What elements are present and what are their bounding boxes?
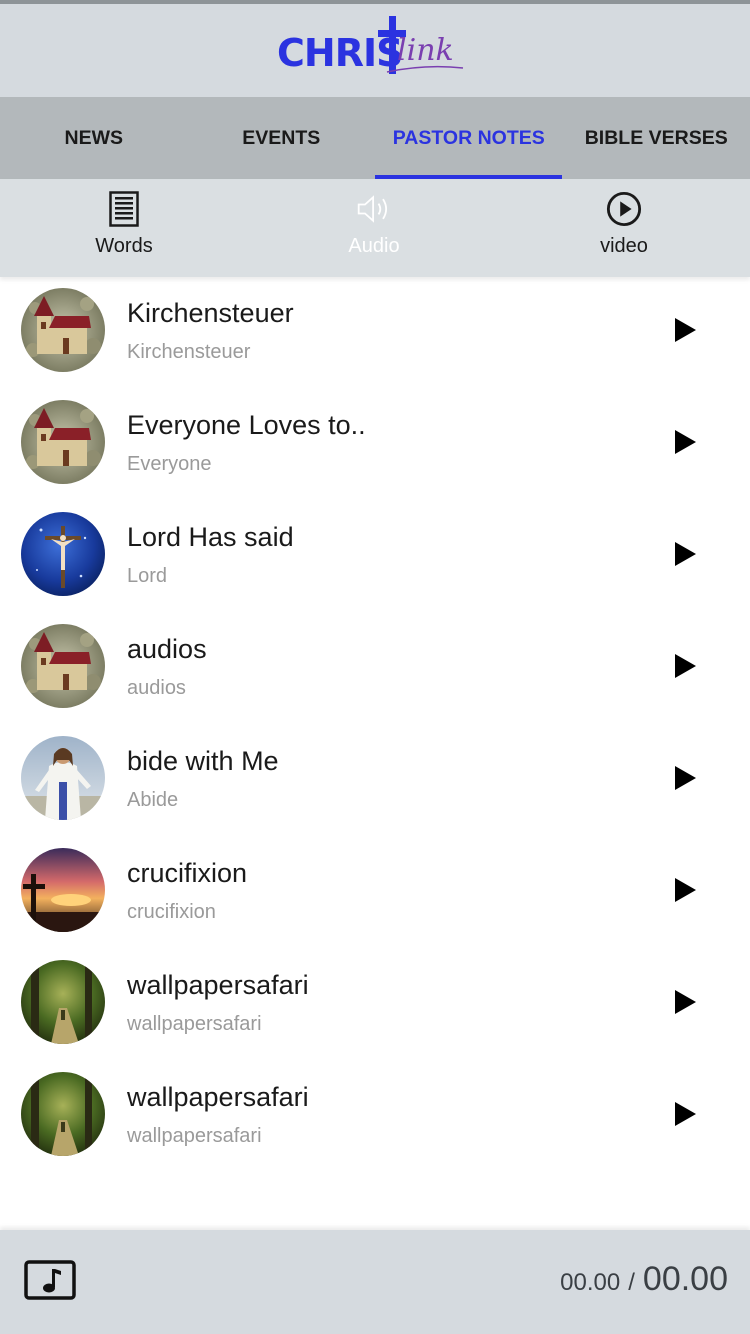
- subtab-video[interactable]: video: [549, 191, 699, 271]
- app-header: CHRIS link: [0, 4, 750, 97]
- play-icon[interactable]: [672, 1100, 698, 1128]
- item-subtitle: Abide: [127, 789, 179, 811]
- subtab-words[interactable]: Words: [49, 191, 199, 271]
- list-item[interactable]: Everyone Loves to.. Everyone: [0, 390, 750, 502]
- music-note-icon[interactable]: [24, 1260, 76, 1300]
- thumbnail-church: [21, 288, 105, 372]
- play-icon[interactable]: [672, 316, 698, 344]
- thumbnail-forest: [21, 1072, 105, 1156]
- thumbnail-jesus: [21, 736, 105, 820]
- item-subtitle: Everyone: [127, 453, 212, 475]
- audio-player-bar: 00.00 / 00.00: [0, 1230, 750, 1334]
- list-item[interactable]: wallpapersafari wallpapersafari: [0, 950, 750, 1062]
- subtab-audio[interactable]: Audio: [299, 191, 449, 271]
- thumbnail-church: [21, 624, 105, 708]
- playback-time: 00.00 / 00.00: [560, 1260, 728, 1299]
- item-title: Lord Has said: [127, 522, 294, 552]
- list-item[interactable]: bide with Me Abide: [0, 726, 750, 838]
- item-subtitle: audios: [127, 677, 186, 699]
- christlink-logo: CHRIS link: [275, 15, 475, 86]
- time-separator: /: [628, 1269, 635, 1296]
- item-subtitle: Lord: [127, 565, 168, 587]
- play-icon[interactable]: [672, 428, 698, 456]
- item-subtitle: wallpapersafari: [127, 1125, 262, 1147]
- list-item[interactable]: Kirchensteuer Kirchensteuer: [0, 278, 750, 390]
- item-title: wallpapersafari: [127, 1082, 309, 1112]
- item-title: crucifixion: [127, 858, 248, 888]
- item-subtitle: wallpapersafari: [127, 1013, 262, 1035]
- thumbnail-crucifix: [21, 512, 105, 596]
- subtab-audio-label: Audio: [348, 235, 400, 257]
- tab-events[interactable]: EVENTS: [188, 97, 376, 179]
- tab-bible-verses[interactable]: BIBLE VERSES: [563, 97, 750, 179]
- item-subtitle: Kirchensteuer: [127, 341, 251, 363]
- thumbnail-sunset: [21, 848, 105, 932]
- current-time: 00.00: [560, 1269, 621, 1296]
- main-tabs: NEWS EVENTS PASTOR NOTES BIBLE VERSES: [0, 97, 750, 179]
- list-item[interactable]: audios audios: [0, 614, 750, 726]
- list-item[interactable]: crucifixion crucifixion: [0, 838, 750, 950]
- item-title: Everyone Loves to..: [127, 410, 366, 440]
- item-title: audios: [127, 634, 207, 664]
- play-icon[interactable]: [672, 540, 698, 568]
- thumbnail-church: [21, 400, 105, 484]
- logo-swoosh: [386, 65, 464, 73]
- speaker-icon: [356, 191, 392, 227]
- media-type-tabs: Words Audio video: [0, 179, 750, 277]
- play-icon[interactable]: [672, 876, 698, 904]
- item-title: Kirchensteuer: [127, 298, 294, 328]
- subtab-video-label: video: [600, 235, 648, 257]
- item-subtitle: crucifixion: [127, 901, 216, 923]
- play-icon[interactable]: [672, 764, 698, 792]
- tab-pastor-notes[interactable]: PASTOR NOTES: [375, 97, 563, 179]
- total-time: 00.00: [642, 1260, 728, 1298]
- audio-list: Kirchensteuer Kirchensteuer Everyone Lov…: [0, 278, 750, 1228]
- list-item[interactable]: Lord Has said Lord: [0, 502, 750, 614]
- item-title: wallpapersafari: [127, 970, 309, 1000]
- document-icon: [106, 191, 142, 227]
- thumbnail-forest: [21, 960, 105, 1044]
- play-circle-icon: [606, 191, 642, 227]
- play-icon[interactable]: [672, 652, 698, 680]
- item-title: bide with Me: [127, 746, 279, 776]
- tab-news[interactable]: NEWS: [0, 97, 188, 179]
- list-item[interactable]: wallpapersafari wallpapersafari: [0, 1062, 750, 1174]
- play-icon[interactable]: [672, 988, 698, 1016]
- subtab-words-label: Words: [95, 235, 153, 257]
